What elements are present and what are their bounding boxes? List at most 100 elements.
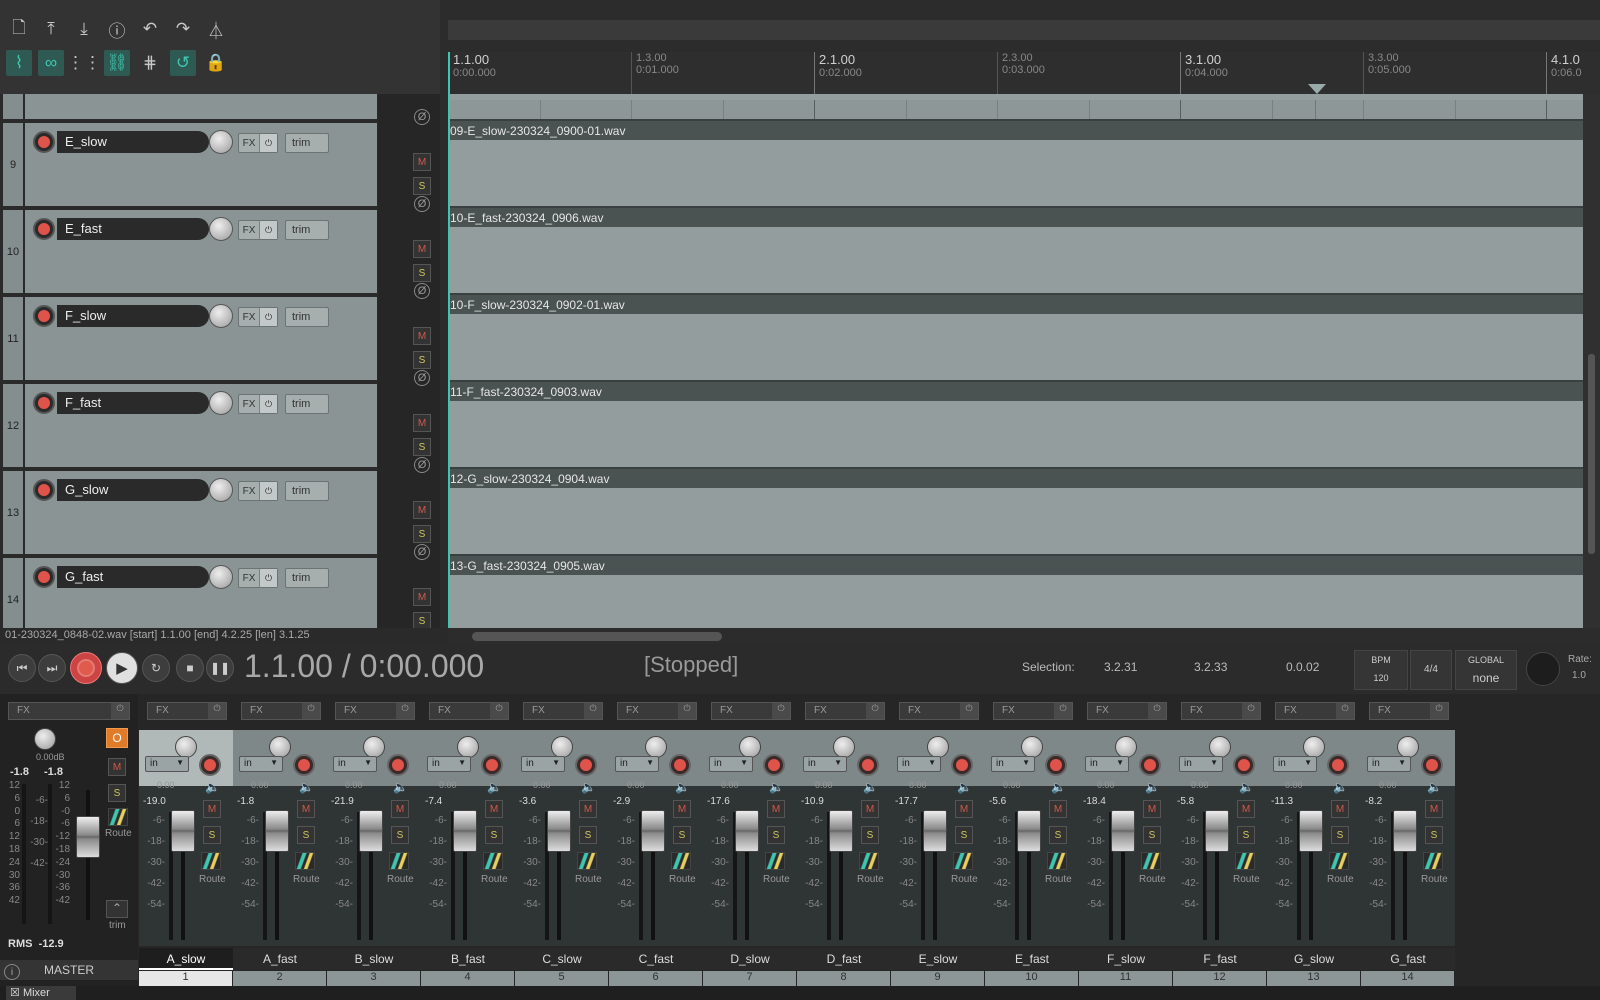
strip-name[interactable]: E_slow [891, 948, 985, 970]
record-arm-button[interactable] [33, 479, 55, 501]
selection-end[interactable]: 3.2.33 [1194, 660, 1227, 674]
volume-fader[interactable] [1393, 810, 1417, 852]
record-arm-button[interactable] [1233, 754, 1255, 776]
speaker-icon[interactable]: 🔈 [769, 780, 784, 794]
auto-crossfade-icon[interactable]: ⛓ [104, 50, 130, 76]
input-selector[interactable]: in [333, 756, 377, 772]
strip-fx-button[interactable]: FX ⏻ [1369, 702, 1449, 720]
strip-number[interactable]: 14 [1361, 971, 1454, 986]
speaker-icon[interactable]: 🔈 [1145, 780, 1160, 794]
timeline-ruler[interactable]: 1.1.00 0:00.000 1.3.00 0:01.000 2.1.00 0:02.0… [448, 52, 1600, 94]
mute-button[interactable]: M [413, 153, 431, 171]
global-automation-box[interactable]: GLOBAL none [1455, 650, 1517, 690]
track-volume-knob[interactable] [209, 130, 233, 154]
track-volume-knob[interactable] [209, 478, 233, 502]
pan-knob[interactable] [1209, 736, 1231, 758]
record-arm-button[interactable] [951, 754, 973, 776]
ruler-mark[interactable]: 3.1.00 0:04.000 [1180, 52, 1228, 94]
input-selector[interactable]: in [803, 756, 847, 772]
record-arm-button[interactable] [669, 754, 691, 776]
record-arm-button[interactable] [1045, 754, 1067, 776]
track-volume-knob[interactable] [209, 391, 233, 415]
track-row[interactable]: 12 F_fast FX ⏻ trim Ø M S [0, 370, 440, 469]
fx-bypass-icon[interactable]: ⏻ [1430, 703, 1448, 719]
pan-knob[interactable] [551, 736, 573, 758]
record-arm-button[interactable] [387, 754, 409, 776]
media-item[interactable]: 10-E_fast-230324_0906.wav [448, 208, 1583, 295]
track-row[interactable]: 14 G_fast FX ⏻ trim Ø M S [0, 544, 440, 628]
mixer-strip[interactable]: FX ⏻ in 0.00 🔈 -2.9 -6- -18- -30- -42- -54- MS Route… [609, 694, 703, 986]
track-panel[interactable]: G_slow FX ⏻ trim [25, 471, 377, 554]
track-number[interactable]: 9 [3, 123, 23, 206]
mixer-strip[interactable]: FX ⏻ in 0.00 🔈 -8.2 -6- -18- -30- -42- -54- MS Route… [1361, 694, 1455, 986]
mixer-strip[interactable]: FX ⏻ in 0.00 🔈 -1.8 -6- -18- -30- -42- -54- MS Route… [233, 694, 327, 986]
track-volume-knob[interactable] [209, 565, 233, 589]
mute-button[interactable]: M [1049, 800, 1067, 818]
ruler-mark[interactable]: 2.3.00 0:03.000 [997, 52, 1045, 94]
volume-fader[interactable] [547, 810, 571, 852]
mixer-strip[interactable]: FX ⏻ in 0.00 🔈 -19.0 -6- -18- -30- -42- -54- MS Rout… [139, 694, 233, 986]
new-project-icon[interactable]: 🗋 [6, 16, 32, 42]
strip-name[interactable]: G_slow [1267, 948, 1361, 970]
speaker-icon[interactable]: 🔈 [205, 780, 220, 794]
media-item[interactable]: 13-G_fast-230324_0905.wav [448, 556, 1583, 628]
record-arm-button[interactable] [33, 131, 55, 153]
route-icon[interactable] [577, 852, 597, 870]
volume-fader[interactable] [453, 810, 477, 852]
fx-bypass-icon[interactable]: ⏻ [960, 703, 978, 719]
go-to-end-button[interactable]: ⏭ [38, 654, 66, 682]
trim-envelope-button[interactable]: trim [285, 307, 329, 327]
solo-button[interactable]: S [413, 438, 431, 456]
lock-icon[interactable]: 🔒 [203, 50, 229, 76]
input-selector[interactable]: in [1179, 756, 1223, 772]
strip-number[interactable]: 8 [797, 971, 890, 986]
fx-bypass-icon[interactable]: ⏻ [772, 703, 790, 719]
fx-bypass-icon[interactable]: ⏻ [1336, 703, 1354, 719]
solo-button[interactable]: S [955, 826, 973, 844]
strip-number[interactable]: 5 [515, 971, 608, 986]
fx-bypass-icon[interactable]: ⏻ [490, 703, 508, 719]
input-selector[interactable]: in [239, 756, 283, 772]
solo-button[interactable]: S [297, 826, 315, 844]
grid-icon[interactable]: ⋮⋮ [67, 50, 101, 76]
volume-fader[interactable] [829, 810, 853, 852]
trim-envelope-button[interactable]: trim [285, 133, 329, 153]
track-name[interactable]: G_slow [57, 479, 209, 501]
ripple-edit-icon[interactable]: ⌇ [6, 50, 32, 76]
open-project-icon[interactable]: ⤒ [38, 16, 64, 42]
time-signature[interactable]: 4/4 [1410, 650, 1452, 690]
strip-name[interactable]: A_fast [233, 948, 327, 970]
strip-fx-button[interactable]: FX ⏻ [617, 702, 697, 720]
master-pan-knob[interactable] [34, 728, 56, 750]
route-icon[interactable] [389, 852, 409, 870]
playrate-box[interactable]: Rate: 1.0 [1524, 648, 1600, 692]
fx-bypass-icon[interactable]: ⏻ [678, 703, 696, 719]
mixer-strip[interactable]: FX ⏻ in 0.00 🔈 -11.3 -6- -18- -30- -42- -54- MS Rout… [1267, 694, 1361, 986]
trim-envelope-button[interactable]: trim [285, 568, 329, 588]
fx-bypass-icon[interactable]: ⏻ [1148, 703, 1166, 719]
mixer-strip[interactable]: FX ⏻ in 0.00 🔈 -5.6 -6- -18- -30- -42- -54- MS Route… [985, 694, 1079, 986]
solo-button[interactable]: S [413, 177, 431, 195]
track-number[interactable]: 13 [3, 471, 23, 554]
volume-fader[interactable] [265, 810, 289, 852]
strip-number[interactable]: 4 [421, 971, 514, 986]
solo-button[interactable]: S [1425, 826, 1443, 844]
solo-button[interactable]: S [861, 826, 879, 844]
phase-invert-icon[interactable]: Ø [414, 196, 430, 212]
speaker-icon[interactable]: 🔈 [957, 780, 972, 794]
undo-icon[interactable]: ↶ [137, 16, 163, 42]
track-fx-button[interactable]: FX ⏻ [238, 394, 278, 414]
pan-knob[interactable] [363, 736, 385, 758]
track-volume-knob[interactable] [209, 217, 233, 241]
mute-button[interactable]: M [203, 800, 221, 818]
route-icon[interactable] [1423, 852, 1443, 870]
position-display[interactable]: 1.1.00 / 0:00.000 [244, 648, 484, 685]
fx-bypass-icon[interactable]: ⏻ [396, 703, 414, 719]
record-arm-button[interactable] [857, 754, 879, 776]
mute-button[interactable]: M [673, 800, 691, 818]
mute-button[interactable]: M [413, 501, 431, 519]
trim-envelope-button[interactable]: trim [285, 481, 329, 501]
save-project-icon[interactable]: ⤓ [71, 16, 97, 42]
track-fx-button[interactable]: FX ⏻ [238, 568, 278, 588]
strip-name[interactable]: F_fast [1173, 948, 1267, 970]
